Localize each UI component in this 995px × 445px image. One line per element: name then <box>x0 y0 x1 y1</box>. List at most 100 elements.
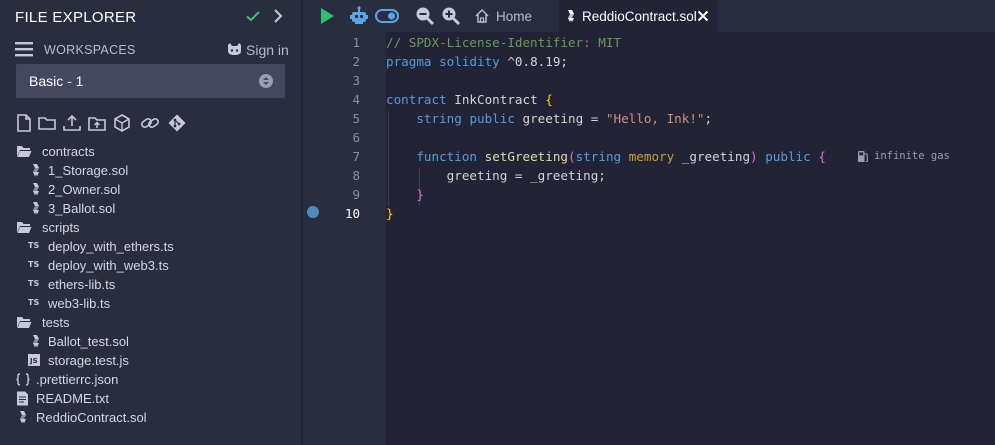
tab-home[interactable]: Home <box>469 0 559 32</box>
file-ballot-test[interactable]: Ballot_test.sol <box>0 332 302 351</box>
zoom-out-icon[interactable] <box>415 6 435 26</box>
typescript-icon: TS <box>28 298 40 307</box>
workspace-select[interactable]: Basic - 1 <box>16 64 285 98</box>
code-token: function <box>416 149 478 164</box>
file-ethers-lib[interactable]: TS ethers-lib.ts <box>0 275 302 294</box>
code-line: // SPDX-License-Identifier: MIT <box>386 35 621 54</box>
file-readme[interactable]: README.txt <box>0 389 302 408</box>
code-token: public <box>469 111 515 126</box>
solidity-icon <box>20 411 26 424</box>
line-number: 5 <box>352 111 360 126</box>
file-web3-lib[interactable]: TS web3-lib.ts <box>0 294 302 313</box>
upload-folder-icon[interactable] <box>87 113 107 133</box>
tab-reddio-contract[interactable]: ReddioContract.sol <box>559 0 717 32</box>
tree-item-label: contracts <box>42 144 95 159</box>
text-file-icon <box>17 391 28 406</box>
check-icon[interactable] <box>245 8 261 24</box>
folder-contracts[interactable]: contracts <box>0 142 302 161</box>
code-token: ) <box>750 149 758 164</box>
tree-item-label: 2_Owner.sol <box>48 182 121 197</box>
run-play-icon[interactable] <box>317 6 337 26</box>
code-line: contract InkContract { <box>386 92 553 111</box>
file-tree-toolbar <box>14 113 294 133</box>
hamburger-menu-icon[interactable] <box>15 41 33 57</box>
robot-ai-icon[interactable] <box>349 6 369 26</box>
gas-estimate-label: infinite gas <box>874 150 950 162</box>
code-token: InkContract <box>446 92 546 107</box>
code-token: contract <box>386 92 447 107</box>
solidity-icon <box>33 202 39 215</box>
git-icon[interactable] <box>167 113 187 133</box>
typescript-icon: TS <box>28 241 40 250</box>
tree-item-label: Ballot_test.sol <box>48 334 129 349</box>
code-editor[interactable]: // SPDX-License-Identifier: MIT pragma so… <box>386 32 995 445</box>
file-explorer-panel: FILE EXPLORER WORKSPACES Sign in Basic -… <box>0 0 302 445</box>
file-prettierrc[interactable]: .prettierrc.json <box>0 370 302 389</box>
tree-item-label: web3-lib.ts <box>48 296 111 311</box>
code-token: memory <box>628 149 675 164</box>
typescript-icon: TS <box>28 260 40 269</box>
file-explorer-header: FILE EXPLORER <box>0 0 302 34</box>
code-token: pragma <box>386 54 432 69</box>
toggle-switch-icon[interactable] <box>375 6 399 26</box>
code-token: ( <box>568 149 576 164</box>
line-number: 2 <box>352 54 360 69</box>
tree-item-label: 3_Ballot.sol <box>48 201 116 216</box>
file-reddio-contract[interactable]: ReddioContract.sol <box>0 408 302 427</box>
tree-item-label: .prettierrc.json <box>36 372 119 387</box>
json-braces-icon <box>16 373 30 386</box>
folder-open-icon <box>17 222 32 233</box>
solidity-icon <box>33 183 39 196</box>
code-token: setGreeting <box>484 149 569 164</box>
tree-item-label: scripts <box>42 220 80 235</box>
zoom-in-icon[interactable] <box>441 6 461 26</box>
gas-pump-icon <box>858 151 869 163</box>
upload-file-icon[interactable] <box>62 113 82 133</box>
code-token: public <box>765 149 811 164</box>
file-deploy-ethers[interactable]: TS deploy_with_ethers.ts <box>0 237 302 256</box>
file-deploy-web3[interactable]: TS deploy_with_web3.ts <box>0 256 302 275</box>
new-file-icon[interactable] <box>14 113 34 133</box>
tree-item-label: ethers-lib.ts <box>48 277 116 292</box>
line-number: 4 <box>352 92 360 107</box>
javascript-icon: JS <box>28 354 40 366</box>
code-token: ; <box>704 111 713 126</box>
breakpoint-dot[interactable] <box>307 206 319 218</box>
code-token: "Hello, Ink!" <box>605 111 705 126</box>
folder-open-icon <box>17 317 32 328</box>
code-line: greeting = _greeting; <box>386 168 606 187</box>
code-token: } <box>416 187 424 202</box>
code-line: } <box>386 187 424 206</box>
folder-scripts[interactable]: scripts <box>0 218 302 237</box>
close-icon[interactable] <box>697 10 709 22</box>
tree-item-label: storage.test.js <box>48 353 129 368</box>
tree-item-label: ReddioContract.sol <box>36 410 147 425</box>
folder-tests[interactable]: tests <box>0 313 302 332</box>
tab-active-label: ReddioContract.sol <box>582 9 697 24</box>
package-icon[interactable] <box>112 113 132 133</box>
code-token: { <box>818 149 826 164</box>
chevron-right-icon[interactable] <box>270 8 286 24</box>
editor-toolbar: Home ReddioContract.sol <box>303 0 995 32</box>
new-folder-icon[interactable] <box>37 113 57 133</box>
line-number: 3 <box>352 73 360 88</box>
file-2-owner[interactable]: 2_Owner.sol <box>0 180 302 199</box>
github-icon[interactable] <box>226 41 243 58</box>
link-icon[interactable] <box>140 113 160 133</box>
line-number: 6 <box>352 130 360 145</box>
file-3-ballot[interactable]: 3_Ballot.sol <box>0 199 302 218</box>
code-token: ^0.8.19; <box>499 54 569 69</box>
file-1-storage[interactable]: 1_Storage.sol <box>0 161 302 180</box>
file-explorer-title: FILE EXPLORER <box>15 9 137 26</box>
line-number: 1 <box>352 35 360 50</box>
code-line: string public greeting = "Hello, Ink!"; <box>386 111 712 130</box>
file-storage-test[interactable]: JS storage.test.js <box>0 351 302 370</box>
code-token: string <box>416 111 462 126</box>
line-number-gutter: 1 2 3 4 5 6 7 8 9 10 <box>303 32 386 445</box>
sign-in-link[interactable]: Sign in <box>246 42 289 58</box>
workspaces-label: WORKSPACES <box>44 43 136 57</box>
code-line: } <box>386 206 394 225</box>
